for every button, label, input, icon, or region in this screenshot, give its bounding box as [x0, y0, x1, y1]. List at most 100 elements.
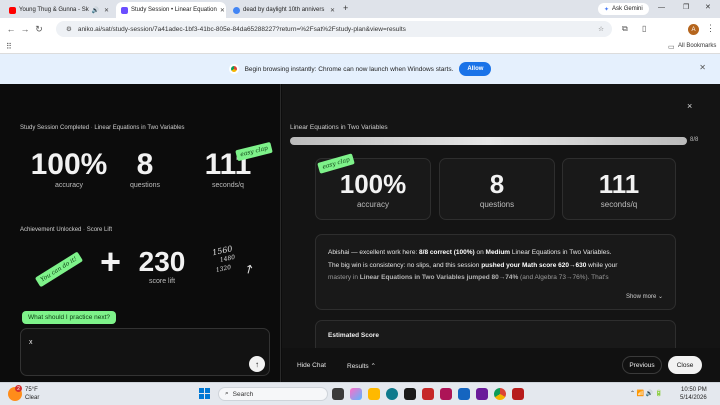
- stat-value: 8: [489, 169, 505, 199]
- results-panel: × Linear Equations in Two Variables 8/8 …: [282, 84, 720, 382]
- file-explorer-icon[interactable]: [368, 388, 380, 400]
- plus-icon: +: [100, 241, 122, 282]
- results-label: Results: [347, 363, 369, 370]
- app-icon-blue[interactable]: [458, 388, 470, 400]
- speaker-icon: 🔊: [91, 7, 100, 14]
- bookmarks-bar: ⠿ ▭ All Bookmarks: [0, 40, 720, 54]
- chevron-up-icon: ⌃: [370, 363, 376, 370]
- store-icon[interactable]: [404, 388, 416, 400]
- app-icon-purple[interactable]: [476, 388, 488, 400]
- apps-grid-icon[interactable]: ⠿: [6, 42, 12, 51]
- stat-label: questions: [130, 182, 160, 189]
- crumb-achievement: Achievement Unlocked: [20, 227, 82, 233]
- aniko-icon: [121, 6, 128, 14]
- menu-icon[interactable]: ⋮: [706, 23, 715, 34]
- chat-input[interactable]: x ↑: [20, 328, 270, 376]
- stat-card-seconds: 111 seconds/q: [562, 158, 676, 220]
- windows-taskbar: 2 75°F Clear ⌕ Search ⌃ 📶 🔊 🔋 10:50 PM 5…: [0, 382, 720, 405]
- stat-value: 100%: [30, 148, 108, 181]
- bookmark-star-icon[interactable]: ☆: [598, 25, 604, 33]
- close-button[interactable]: Close: [668, 356, 702, 374]
- address-bar[interactable]: ⚙ aniko.ai/sat/study-session/7a41adec-1b…: [56, 21, 612, 37]
- task-view-icon[interactable]: [332, 388, 344, 400]
- show-more-button[interactable]: Show more ⌄: [626, 293, 663, 300]
- profile-avatar[interactable]: A: [688, 24, 699, 35]
- results-button[interactable]: Results ⌃: [347, 362, 376, 370]
- weather-badge: 2: [15, 385, 22, 392]
- back-icon[interactable]: ←: [4, 24, 18, 34]
- stat-questions: 8 questions: [120, 148, 170, 189]
- chevron-down-icon: ⌄: [657, 294, 663, 300]
- tab-strip: Young Thug & Gunna - Sk 🔊 ✕ Study Sessio…: [0, 0, 720, 18]
- stat-label: questions: [479, 200, 515, 209]
- clock[interactable]: 10:50 PM 5/14/2026: [680, 386, 707, 402]
- clock-date: 5/14/2026: [680, 395, 707, 401]
- weather-condition: Clear: [25, 395, 40, 401]
- panel-title: Linear Equations in Two Variables: [290, 124, 388, 131]
- forward-icon[interactable]: →: [18, 24, 32, 34]
- close-tab-icon[interactable]: ✕: [220, 7, 225, 14]
- weather-widget[interactable]: 75°F Clear: [25, 386, 39, 402]
- stat-value: 111: [598, 169, 640, 199]
- progress-fill: [290, 137, 687, 145]
- progress-label: 8/8: [690, 137, 699, 143]
- stat-value: 100%: [339, 169, 407, 199]
- site-info-icon[interactable]: ⚙: [66, 25, 72, 33]
- stat-card-questions: 8 questions: [439, 158, 555, 220]
- practice-next-chip[interactable]: What should I practice next?: [22, 311, 117, 324]
- app-icon-red[interactable]: [422, 388, 434, 400]
- tab-google[interactable]: dead by daylight 10th annivers ✕: [228, 2, 340, 18]
- stat-label: seconds/q: [600, 200, 638, 209]
- stat-label: accuracy: [54, 182, 83, 189]
- sidepanel-icon[interactable]: ▯: [642, 24, 646, 33]
- copilot-icon[interactable]: [350, 388, 362, 400]
- previous-button[interactable]: Previous: [622, 356, 662, 374]
- chrome-taskbar-icon[interactable]: [494, 388, 506, 400]
- app-icon-dark-red[interactable]: [512, 388, 524, 400]
- tab-label: Study Session • Linear Equation: [131, 7, 217, 13]
- reload-icon[interactable]: ↻: [32, 24, 46, 35]
- clock-time: 10:50 PM: [681, 387, 707, 393]
- maximize-icon[interactable]: ❐: [683, 3, 689, 11]
- google-icon: [233, 6, 240, 14]
- you-can-do-it-sticker: You can do it!: [34, 251, 83, 288]
- url-text: aniko.ai/sat/study-session/7a41adec-1bf3…: [77, 25, 406, 33]
- crumb-score-lift: Score Lift: [86, 227, 113, 233]
- ask-gemini-button[interactable]: ✦ Ask Gemini: [598, 3, 649, 15]
- taskbar-search[interactable]: ⌕ Search: [218, 387, 328, 401]
- stat-value: 230: [138, 246, 186, 277]
- ask-gemini-label: Ask Gemini: [612, 6, 643, 12]
- close-panel-button[interactable]: ×: [687, 101, 692, 111]
- window-close-icon[interactable]: ✕: [705, 3, 711, 11]
- breadcrumb: Study Session Completed · Linear Equatio…: [20, 125, 185, 131]
- tab-study-session[interactable]: Study Session • Linear Equation ✕: [116, 2, 226, 18]
- extensions-icon[interactable]: ⧉: [622, 24, 628, 34]
- infobar-close-icon[interactable]: ✕: [699, 63, 706, 72]
- stat-label: accuracy: [356, 200, 389, 209]
- system-tray-icons[interactable]: ⌃ 📶 🔊 🔋: [630, 390, 662, 397]
- weather-temp: 75°F: [25, 387, 38, 393]
- hide-chat-button[interactable]: Hide Chat: [297, 362, 326, 369]
- summary-card: Abishai — excellent work here: 8/8 corre…: [315, 234, 676, 310]
- minimize-icon[interactable]: —: [658, 4, 665, 11]
- crumb-topic: Linear Equations in Two Variables: [94, 125, 185, 131]
- stat-accuracy: 100% accuracy: [30, 148, 108, 189]
- new-tab-button[interactable]: +: [343, 3, 348, 13]
- chrome-icon: [228, 64, 239, 74]
- score-scribble: 1560 1480 1320: [211, 244, 237, 275]
- estimated-score-title: Estimated Score: [328, 332, 379, 339]
- start-icon[interactable]: [199, 388, 210, 399]
- youtube-icon: [9, 6, 16, 14]
- allow-button[interactable]: Allow: [459, 62, 492, 76]
- all-bookmarks-link[interactable]: All Bookmarks: [678, 43, 716, 49]
- score-lift-stat: 230 score lift: [134, 246, 190, 285]
- crumb-session: Study Session Completed: [20, 125, 90, 131]
- show-more-label: Show more: [625, 294, 657, 300]
- mcafee-icon[interactable]: [440, 388, 452, 400]
- close-tab-icon[interactable]: ✕: [104, 7, 109, 14]
- send-button[interactable]: ↑: [249, 356, 265, 372]
- edge-icon[interactable]: [386, 388, 398, 400]
- tab-youtube[interactable]: Young Thug & Gunna - Sk 🔊 ✕: [4, 2, 114, 18]
- bottom-action-bar: Hide Chat Results ⌃ Previous Close: [282, 348, 720, 382]
- close-tab-icon[interactable]: ✕: [330, 7, 335, 14]
